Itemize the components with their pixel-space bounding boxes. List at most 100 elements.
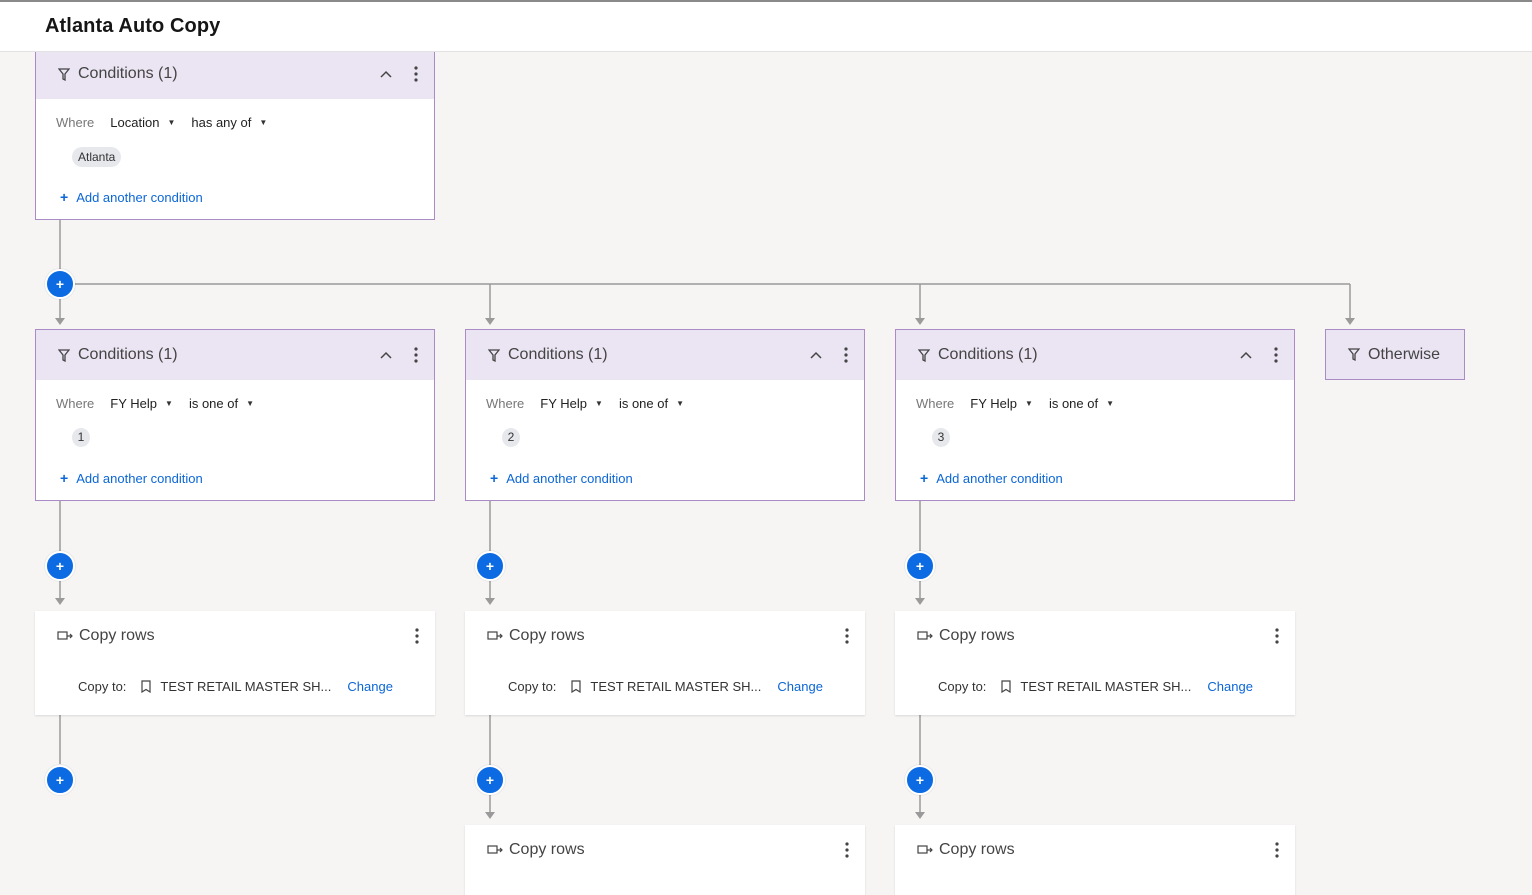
field-value: FY Help (110, 396, 158, 411)
root-condition-card: Conditions (1) Where Location ▼ has any o… (35, 52, 435, 220)
copy-rows-icon (487, 631, 503, 640)
chevron-up-icon[interactable] (1240, 347, 1252, 363)
add-condition-label: Add another condition (76, 189, 203, 205)
operator-dropdown[interactable]: is one of ▼ (1049, 396, 1114, 411)
add-condition-link[interactable]: + Add another condition (60, 189, 203, 205)
add-condition-link[interactable]: + Add another condition (920, 470, 1063, 486)
add-condition-label: Add another condition (76, 470, 203, 486)
add-condition-link[interactable]: + Add another condition (60, 470, 203, 486)
sheet-icon (1001, 680, 1012, 693)
condition-header[interactable]: Conditions (1) (36, 52, 434, 99)
operator-value: is one of (618, 396, 669, 411)
condition-title: Conditions (1) (938, 346, 1038, 363)
condition-title: Conditions (1) (78, 346, 178, 363)
caret-down-icon: ▼ (676, 399, 685, 408)
page-title: Atlanta Auto Copy (45, 15, 221, 37)
add-step-button[interactable]: + (45, 269, 75, 299)
field-dropdown[interactable]: FY Help ▼ (970, 396, 1033, 411)
field-value: FY Help (970, 396, 1018, 411)
condition-header[interactable]: Conditions (1) (466, 330, 864, 380)
condition-header[interactable]: Conditions (1) (896, 330, 1294, 380)
filter-icon (918, 348, 930, 362)
copy-rows-icon (917, 631, 933, 640)
chevron-up-icon[interactable] (380, 347, 392, 363)
condition-header[interactable]: Conditions (1) (36, 330, 434, 380)
more-options-icon[interactable] (410, 347, 422, 363)
more-options-icon[interactable] (1271, 842, 1283, 858)
operator-value: has any of (191, 115, 252, 130)
change-sheet-link[interactable]: Change (777, 679, 823, 694)
target-sheet-name: TEST RETAIL MASTER SH... (590, 679, 762, 694)
field-dropdown[interactable]: FY Help ▼ (540, 396, 603, 411)
caret-down-icon: ▼ (1106, 399, 1115, 408)
add-step-button[interactable]: + (905, 765, 935, 795)
add-condition-label: Add another condition (506, 470, 633, 486)
action-title: Copy rows (939, 627, 1015, 644)
chevron-up-icon[interactable] (380, 66, 392, 82)
operator-dropdown[interactable]: is one of ▼ (619, 396, 684, 411)
change-sheet-link[interactable]: Change (347, 679, 393, 694)
field-value: FY Help (540, 396, 588, 411)
caret-down-icon: ▼ (167, 118, 176, 127)
plus-icon: + (60, 189, 69, 205)
more-options-icon[interactable] (410, 66, 422, 82)
copy-rows-icon (917, 845, 933, 854)
copy-to-label: Copy to: (508, 679, 557, 694)
add-step-button[interactable]: + (905, 551, 935, 581)
add-condition-link[interactable]: + Add another condition (490, 470, 633, 486)
operator-value: is one of (188, 396, 239, 411)
operator-dropdown[interactable]: has any of ▼ (191, 115, 267, 130)
more-options-icon[interactable] (1270, 347, 1282, 363)
copy-to-label: Copy to: (938, 679, 987, 694)
caret-down-icon: ▼ (595, 399, 603, 408)
operator-dropdown[interactable]: is one of ▼ (189, 396, 254, 411)
branch-condition-card: Conditions (1) Where FY Help ▼ is one of ▼… (465, 329, 865, 501)
add-step-button[interactable]: + (475, 765, 505, 795)
field-dropdown[interactable]: Location ▼ (110, 115, 175, 130)
value-chip[interactable]: 3 (932, 428, 950, 447)
where-label: Where (916, 396, 955, 411)
more-options-icon[interactable] (411, 628, 423, 644)
value-chip[interactable]: Atlanta (72, 147, 122, 167)
filter-icon (58, 348, 70, 362)
filter-icon (58, 67, 70, 81)
action-title: Copy rows (509, 627, 585, 644)
target-sheet-name: TEST RETAIL MASTER SH... (160, 679, 332, 694)
operator-value: is one of (1048, 396, 1099, 411)
branch-condition-card: Conditions (1) Where FY Help ▼ is one of ▼… (35, 329, 435, 501)
change-sheet-link[interactable]: Change (1207, 679, 1253, 694)
add-step-button[interactable]: + (45, 551, 75, 581)
copy-to-label: Copy to: (78, 679, 127, 694)
copy-rows-card[interactable]: Copy rows Copy to: TEST RETAIL MASTER SH… (895, 611, 1295, 715)
where-label: Where (56, 396, 95, 411)
value-chip[interactable]: 1 (72, 428, 90, 447)
caret-down-icon: ▼ (165, 399, 173, 408)
action-title: Copy rows (509, 841, 585, 858)
more-options-icon[interactable] (841, 628, 853, 644)
otherwise-branch[interactable]: Otherwise (1325, 329, 1465, 380)
target-sheet-name: TEST RETAIL MASTER SH... (1020, 679, 1192, 694)
caret-down-icon: ▼ (259, 118, 268, 127)
field-dropdown[interactable]: FY Help ▼ (110, 396, 173, 411)
branch-condition-card: Conditions (1) Where FY Help ▼ is one of ▼… (895, 329, 1295, 501)
action-title: Copy rows (79, 627, 155, 644)
more-options-icon[interactable] (1271, 628, 1283, 644)
add-step-button[interactable]: + (475, 551, 505, 581)
caret-down-icon: ▼ (246, 399, 255, 408)
copy-rows-card[interactable]: Copy rows Copy to: TEST RETAIL MASTER SH… (465, 611, 865, 715)
value-chip[interactable]: 2 (502, 428, 520, 447)
more-options-icon[interactable] (841, 842, 853, 858)
chevron-up-icon[interactable] (810, 347, 822, 363)
copy-rows-icon (57, 631, 73, 640)
more-options-icon[interactable] (840, 347, 852, 363)
add-step-button[interactable]: + (45, 765, 75, 795)
plus-icon: + (60, 470, 69, 486)
sheet-icon (571, 680, 582, 693)
condition-title: Conditions (1) (78, 65, 178, 82)
copy-rows-card[interactable]: Copy rows Copy to: TEST RETAIL MASTER SH… (35, 611, 435, 715)
plus-icon: + (490, 470, 499, 486)
caret-down-icon: ▼ (1025, 399, 1033, 408)
copy-rows-card[interactable]: Copy rows (895, 825, 1295, 895)
workflow-canvas: Conditions (1) Where Location ▼ has any o… (0, 52, 1532, 895)
copy-rows-card[interactable]: Copy rows (465, 825, 865, 895)
